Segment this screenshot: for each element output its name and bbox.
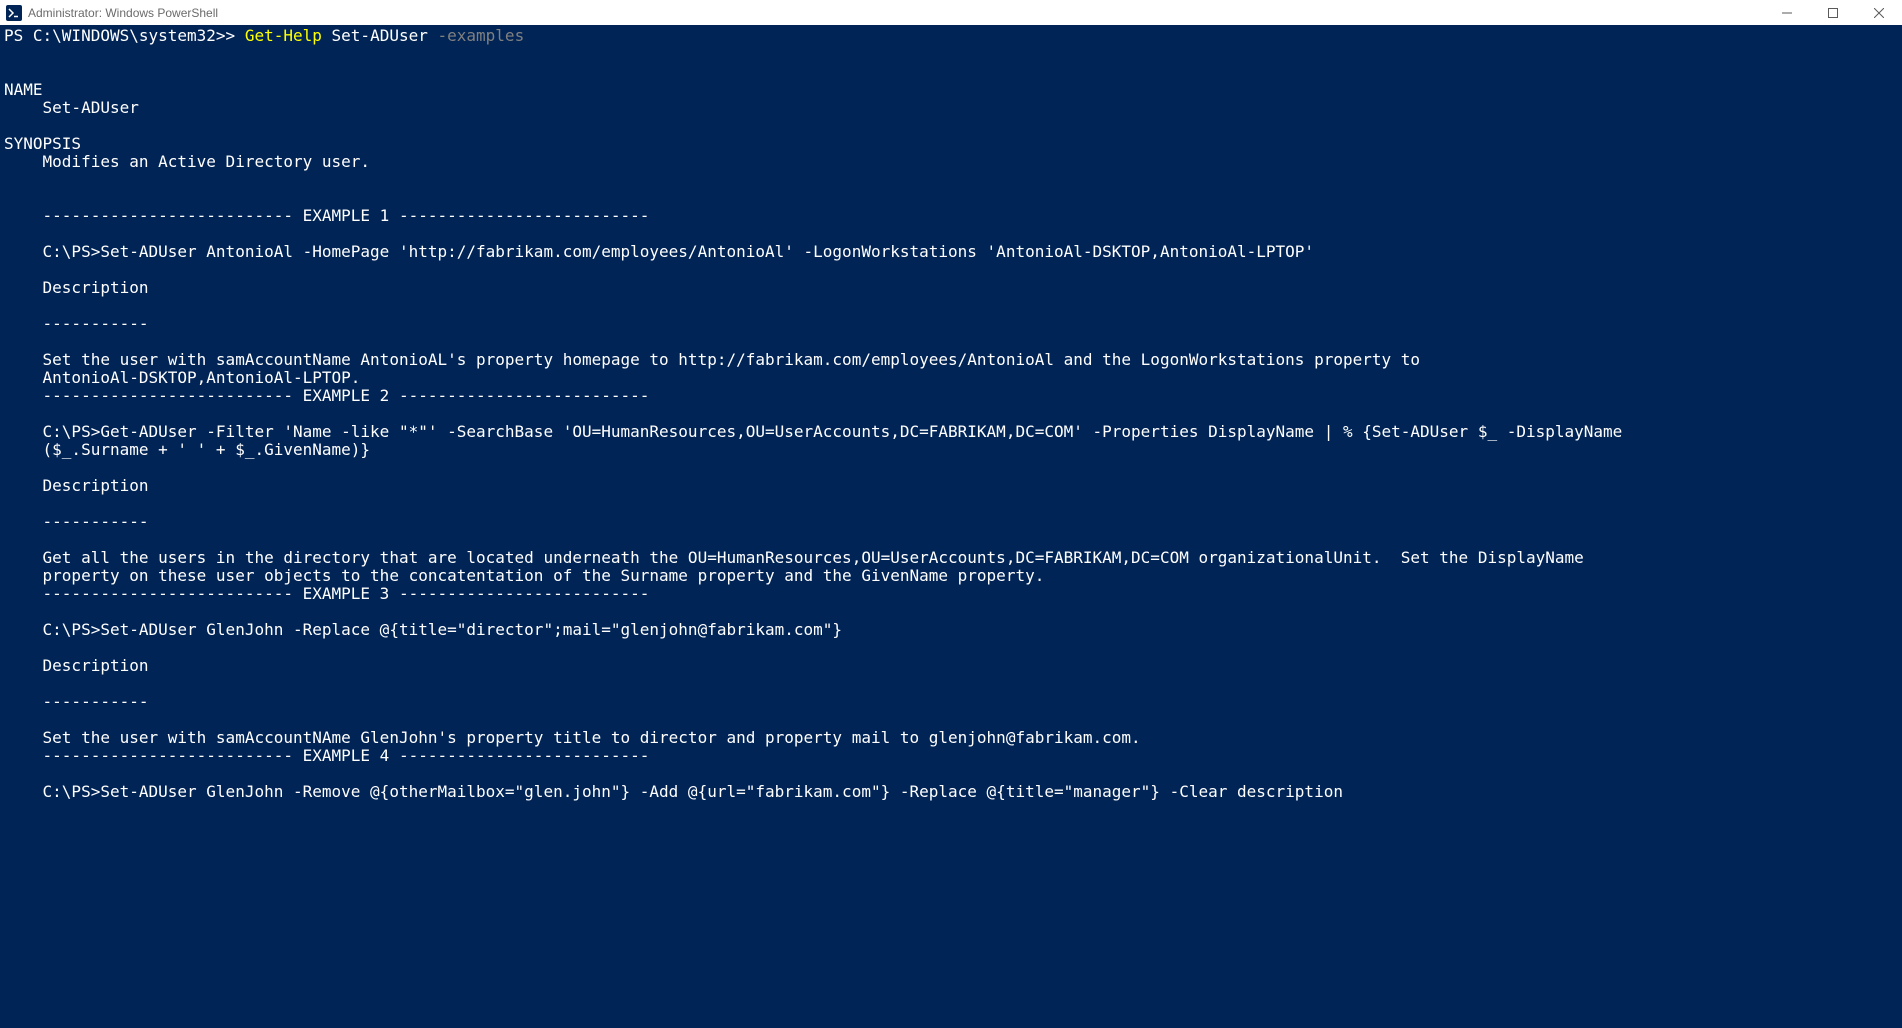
example-1-desc-line2: AntonioAl-DSKTOP,AntonioAl-LPTOP.: [4, 368, 360, 387]
example-1-desc-divider: -----------: [4, 314, 149, 333]
example-4-header: -------------------------- EXAMPLE 4 ---…: [4, 746, 649, 765]
example-1-header: -------------------------- EXAMPLE 1 ---…: [4, 206, 649, 225]
name-value: Set-ADUser: [4, 98, 139, 117]
window-title: Administrator: Windows PowerShell: [28, 6, 218, 20]
example-4-command: C:\PS>Set-ADUser GlenJohn -Remove @{othe…: [4, 782, 1343, 801]
example-1-desc-label: Description: [4, 278, 149, 297]
example-2-header: -------------------------- EXAMPLE 2 ---…: [4, 386, 649, 405]
powershell-icon: [6, 5, 22, 21]
maximize-button[interactable]: [1810, 0, 1856, 25]
terminal-area[interactable]: PS C:\WINDOWS\system32>> Get-Help Set-AD…: [0, 25, 1902, 1028]
cmd-set-aduser: Set-ADUser: [332, 26, 438, 45]
example-3-desc-divider: -----------: [4, 692, 149, 711]
prompt-line: PS C:\WINDOWS\system32>> Get-Help Set-AD…: [4, 27, 1898, 45]
example-2-command-line1: C:\PS>Get-ADUser -Filter 'Name -like "*"…: [4, 422, 1622, 441]
synopsis-value: Modifies an Active Directory user.: [4, 152, 370, 171]
help-output: NAME Set-ADUser SYNOPSIS Modifies an Act…: [4, 63, 1898, 801]
example-3-command: C:\PS>Set-ADUser GlenJohn -Replace @{tit…: [4, 620, 842, 639]
close-button[interactable]: [1856, 0, 1902, 25]
example-1-command: C:\PS>Set-ADUser AntonioAl -HomePage 'ht…: [4, 242, 1314, 261]
example-2-desc-line2: property on these user objects to the co…: [4, 566, 1044, 585]
prompt-prefix: PS C:\WINDOWS\system32>>: [4, 26, 245, 45]
example-2-desc-divider: -----------: [4, 512, 149, 531]
cmd-get-help: Get-Help: [245, 26, 332, 45]
example-2-desc-label: Description: [4, 476, 149, 495]
window-controls: [1764, 0, 1902, 25]
example-2-command-line2: ($_.Surname + ' ' + $_.GivenName)}: [4, 440, 370, 459]
synopsis-header: SYNOPSIS: [4, 134, 81, 153]
example-1-desc-line1: Set the user with samAccountName Antonio…: [4, 350, 1420, 369]
example-2-desc-line1: Get all the users in the directory that …: [4, 548, 1584, 567]
titlebar-left: Administrator: Windows PowerShell: [6, 5, 218, 21]
window-titlebar: Administrator: Windows PowerShell: [0, 0, 1902, 25]
example-3-desc-label: Description: [4, 656, 149, 675]
example-3-desc: Set the user with samAccountNAme GlenJoh…: [4, 728, 1141, 747]
minimize-button[interactable]: [1764, 0, 1810, 25]
example-3-header: -------------------------- EXAMPLE 3 ---…: [4, 584, 649, 603]
name-header: NAME: [4, 80, 43, 99]
cmd-examples-flag: -examples: [438, 26, 525, 45]
